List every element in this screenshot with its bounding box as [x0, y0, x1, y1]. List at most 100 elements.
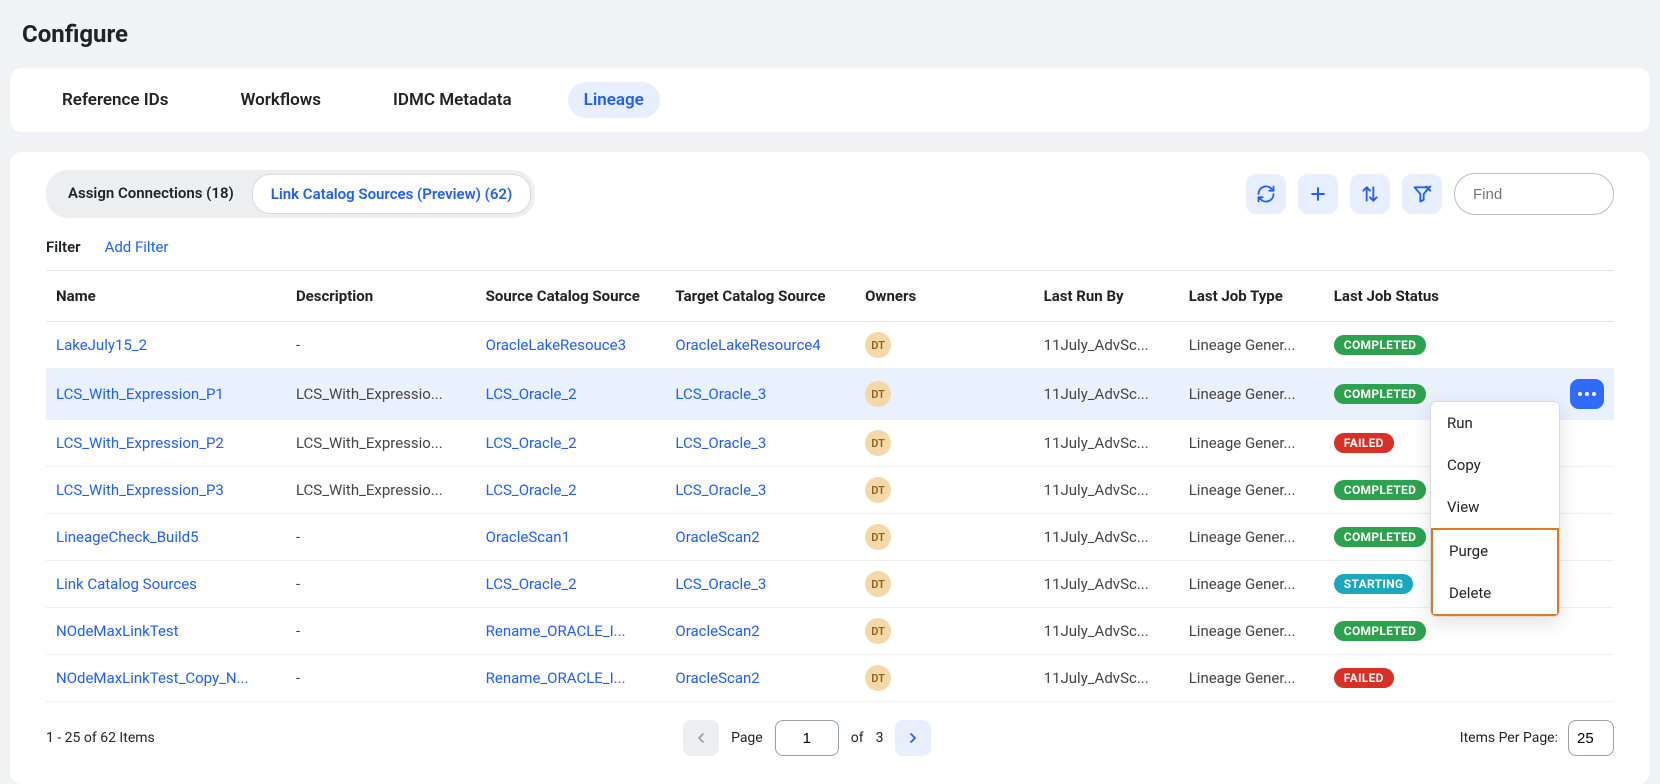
row-last-job-type: Lineage Gener...	[1179, 420, 1324, 467]
col-owners[interactable]: Owners	[855, 271, 1034, 322]
row-description: -	[286, 322, 476, 369]
subtab-assign-connections[interactable]: Assign Connections (18)	[50, 174, 252, 214]
row-name-link[interactable]: NOdeMaxLinkTest_Copy_N...	[56, 669, 248, 687]
row-last-job-type: Lineage Gener...	[1179, 369, 1324, 420]
col-last-run-by[interactable]: Last Run By	[1034, 271, 1179, 322]
prev-page-button[interactable]	[683, 720, 719, 756]
table-row[interactable]: NOdeMaxLinkTest-Rename_ORACLE_I...Oracle…	[46, 608, 1614, 655]
col-name[interactable]: Name	[46, 271, 286, 322]
refresh-icon[interactable]	[1246, 174, 1286, 214]
menu-view[interactable]: View	[1431, 486, 1559, 528]
menu-copy[interactable]: Copy	[1431, 444, 1559, 486]
owner-avatar: DT	[865, 381, 891, 407]
row-target-link[interactable]: LCS_Oracle_3	[675, 434, 766, 452]
filter-label: Filter	[46, 238, 81, 256]
filter-bar: Filter Add Filter	[46, 238, 1614, 256]
row-source-link[interactable]: Rename_ORACLE_I...	[486, 622, 626, 640]
table-row[interactable]: NOdeMaxLinkTest_Copy_N...-Rename_ORACLE_…	[46, 655, 1614, 702]
row-source-link[interactable]: Rename_ORACLE_I...	[486, 669, 626, 687]
row-description: LCS_With_Expressio...	[286, 420, 476, 467]
col-source[interactable]: Source Catalog Source	[476, 271, 666, 322]
status-badge: COMPLETED	[1334, 384, 1426, 404]
tab-idmc-metadata[interactable]: IDMC Metadata	[377, 82, 528, 118]
status-badge: COMPLETED	[1334, 621, 1426, 641]
row-target-link[interactable]: LCS_Oracle_3	[675, 481, 766, 499]
table-row[interactable]: LCS_With_Expression_P3 LCS_With_Expressio…	[46, 467, 1614, 514]
row-last-run-by: 11July_AdvSc...	[1034, 655, 1179, 702]
owner-avatar: DT	[865, 524, 891, 550]
table-row[interactable]: LCS_With_Expression_P2 LCS_With_Expressio…	[46, 420, 1614, 467]
row-last-run-by: 11July_AdvSc...	[1034, 608, 1179, 655]
status-badge: FAILED	[1334, 433, 1394, 453]
row-target-link[interactable]: LCS_Oracle_3	[675, 575, 766, 593]
row-name-link[interactable]: LCS_With_Expression_P1	[56, 385, 224, 403]
row-last-run-by: 11July_AdvSc...	[1034, 467, 1179, 514]
col-target[interactable]: Target Catalog Source	[665, 271, 855, 322]
toolbar-actions	[1246, 173, 1614, 215]
row-target-link[interactable]: OracleScan2	[675, 528, 759, 546]
next-page-button[interactable]	[895, 720, 931, 756]
row-source-link[interactable]: LCS_Oracle_2	[486, 481, 577, 499]
filter-icon[interactable]	[1402, 174, 1442, 214]
col-description[interactable]: Description	[286, 271, 476, 322]
row-target-link[interactable]: OracleLakeResource4	[675, 336, 820, 354]
table-row[interactable]: LineageCheck_Build5 -OracleScan1 OracleSca…	[46, 514, 1614, 561]
table-row[interactable]: Link Catalog Sources -LCS_Oracle_2 LCS_Ora…	[46, 561, 1614, 608]
menu-purge[interactable]: Purge	[1433, 530, 1557, 572]
row-actions-button[interactable]	[1570, 379, 1604, 409]
row-source-link[interactable]: OracleLakeResouce3	[486, 336, 626, 354]
search-input[interactable]	[1454, 173, 1614, 215]
row-last-job-type: Lineage Gener...	[1179, 514, 1324, 561]
subtab-link-catalog-sources[interactable]: Link Catalog Sources (Preview) (62)	[252, 174, 531, 214]
status-badge: STARTING	[1334, 574, 1414, 594]
row-name-link[interactable]: LCS_With_Expression_P3	[56, 481, 224, 499]
table-row[interactable]: LCS_With_Expression_P1LCS_With_Expressio…	[46, 369, 1614, 420]
row-source-link[interactable]: LCS_Oracle_2	[486, 575, 577, 593]
row-last-job-type: Lineage Gener...	[1179, 467, 1324, 514]
owner-avatar: DT	[865, 477, 891, 503]
row-description: -	[286, 514, 476, 561]
tab-lineage[interactable]: Lineage	[568, 82, 660, 118]
pager-summary: 1 - 25 of 62 Items	[46, 730, 155, 746]
col-last-job-type[interactable]: Last Job Type	[1179, 271, 1324, 322]
items-per-page: Items Per Page:	[1460, 720, 1614, 756]
tab-reference-ids[interactable]: Reference IDs	[46, 82, 184, 118]
add-icon[interactable]	[1298, 174, 1338, 214]
subtabs: Assign Connections (18) Link Catalog Sou…	[46, 170, 535, 218]
sort-icon[interactable]	[1350, 174, 1390, 214]
row-last-run-by: 11July_AdvSc...	[1034, 514, 1179, 561]
menu-delete[interactable]: Delete	[1433, 572, 1557, 614]
page-title: Configure	[10, 10, 1650, 68]
items-per-page-select[interactable]	[1568, 720, 1614, 756]
add-filter-button[interactable]: Add Filter	[105, 238, 169, 256]
row-source-link[interactable]: LCS_Oracle_2	[486, 434, 577, 452]
row-name-link[interactable]: NOdeMaxLinkTest	[56, 622, 179, 640]
row-name-link[interactable]: LakeJuly15_2	[56, 336, 147, 354]
table-row[interactable]: LakeJuly15_2 -OracleLakeResouce3 OracleLak…	[46, 322, 1614, 369]
tab-workflows[interactable]: Workflows	[224, 82, 337, 118]
row-last-job-type: Lineage Gener...	[1179, 655, 1324, 702]
owner-avatar: DT	[865, 332, 891, 358]
row-target-link[interactable]: OracleScan2	[675, 622, 759, 640]
data-table: Name Description Source Catalog Source T…	[46, 271, 1614, 702]
row-name-link[interactable]: Link Catalog Sources	[56, 575, 197, 593]
col-last-job-status[interactable]: Last Job Status	[1324, 271, 1547, 322]
row-source-link[interactable]: LCS_Oracle_2	[486, 385, 577, 403]
pager: 1 - 25 of 62 Items Page of 3 Items Per P…	[46, 720, 1614, 756]
page-input[interactable]	[775, 720, 839, 756]
row-description: -	[286, 561, 476, 608]
row-target-link[interactable]: LCS_Oracle_3	[675, 385, 766, 403]
row-last-job-type: Lineage Gener...	[1179, 608, 1324, 655]
status-badge: COMPLETED	[1334, 480, 1426, 500]
row-description: LCS_With_Expressio...	[286, 467, 476, 514]
toolbar: Assign Connections (18) Link Catalog Sou…	[46, 170, 1614, 218]
row-source-link[interactable]: OracleScan1	[486, 528, 570, 546]
row-name-link[interactable]: LCS_With_Expression_P2	[56, 434, 224, 452]
row-target-link[interactable]: OracleScan2	[675, 669, 759, 687]
row-last-run-by: 11July_AdvSc...	[1034, 322, 1179, 369]
menu-run[interactable]: Run	[1431, 402, 1559, 444]
row-last-job-type: Lineage Gener...	[1179, 322, 1324, 369]
pager-controls: Page of 3	[683, 720, 931, 756]
row-context-menu: Run Copy View Purge Delete	[1430, 401, 1560, 617]
row-name-link[interactable]: LineageCheck_Build5	[56, 528, 199, 546]
